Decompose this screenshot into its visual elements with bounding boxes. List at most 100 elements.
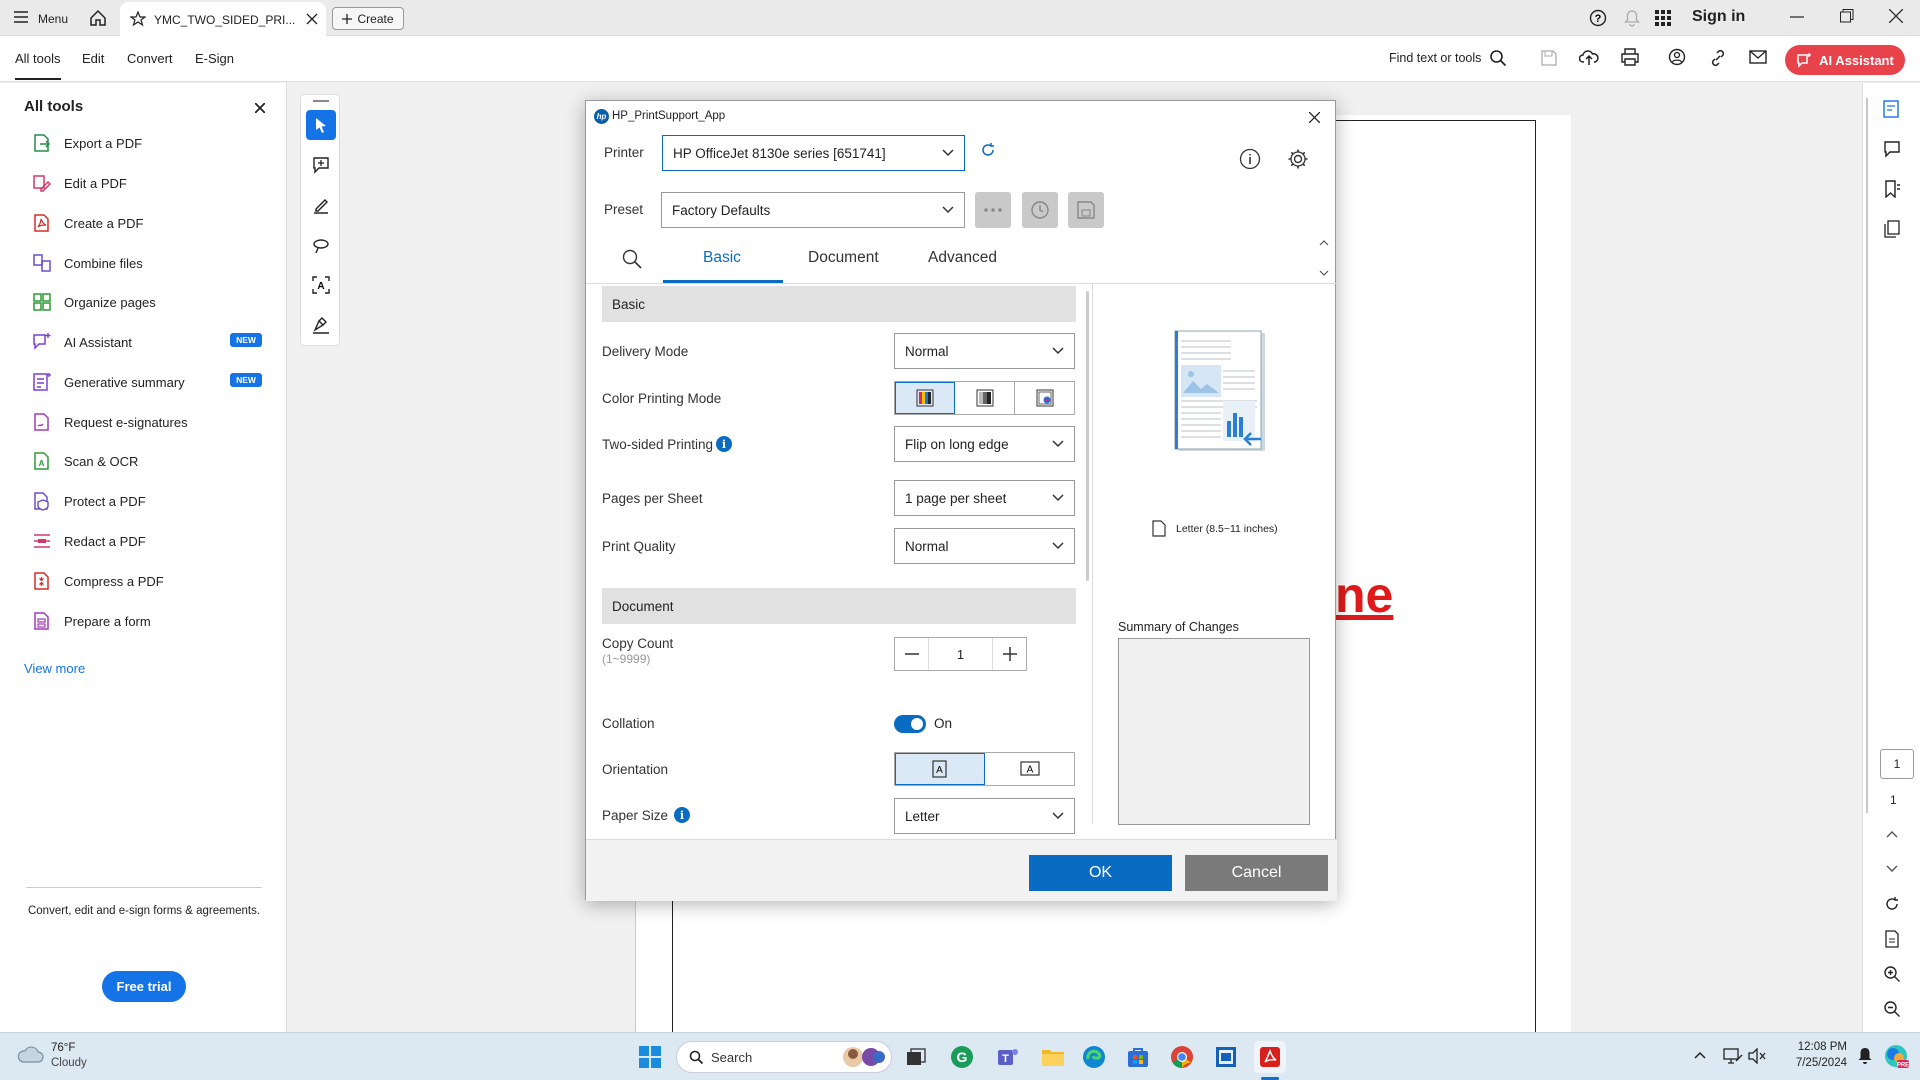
draw-freehand-icon[interactable] [306,230,336,260]
create-button[interactable]: Create [332,7,404,30]
pages-per-sheet-select[interactable]: 1 page per sheet [894,480,1075,516]
tool-edit-a-pdf[interactable]: Edit a PDF [32,168,127,198]
cloudy-weather-icon[interactable] [16,1043,44,1065]
select-pointer-icon[interactable] [306,110,336,140]
preset-save-button[interactable] [1068,192,1104,228]
view-more-link[interactable]: View more [24,661,85,676]
orientation-landscape[interactable]: A [985,753,1074,785]
color-mode-grayscale[interactable] [955,382,1015,414]
page-number-input[interactable]: 1 [1880,749,1914,779]
close-window-icon[interactable] [1889,9,1903,23]
color-mode-custom[interactable] [1015,382,1074,414]
store-app-icon[interactable] [1122,1041,1154,1073]
preset-select[interactable]: Factory Defaults [661,192,965,228]
copy-count-input[interactable]: 1 [929,638,992,670]
page-fit-icon[interactable] [1876,923,1908,955]
taskbar-search[interactable]: Search [676,1041,892,1073]
chevron-down-icon[interactable] [1876,853,1908,885]
tab-basic[interactable]: Basic [703,249,741,267]
ok-button[interactable]: OK [1029,855,1172,891]
increment-button[interactable] [992,638,1026,670]
help-icon[interactable]: ? [1589,9,1607,27]
tool-compress-a-pdf[interactable]: Compress a PDF [32,566,164,596]
tool-create-a-pdf[interactable]: Create a PDF [32,208,143,238]
document-tab[interactable]: YMC_TWO_SIDED_PRI... [120,2,326,36]
close-dialog-icon[interactable] [1304,107,1324,127]
scroll-down-icon[interactable] [1319,270,1329,276]
cancel-button[interactable]: Cancel [1185,855,1328,891]
two-sided-select[interactable]: Flip on long edge [894,426,1075,462]
preset-more-button[interactable] [975,192,1011,228]
menu-edit[interactable]: Edit [82,51,104,66]
tab-document[interactable]: Document [808,249,879,267]
tool-request-e-signatures[interactable]: Request e-signatures [32,407,188,437]
scroll-up-icon[interactable] [1319,240,1329,246]
text-recognition-icon[interactable]: A [306,270,336,300]
zoom-in-icon[interactable] [1876,958,1908,990]
collation-toggle[interactable] [894,715,926,733]
ai-assistant-button[interactable]: AI Assistant [1785,45,1905,75]
rotate-icon[interactable] [1876,888,1908,920]
close-tab-icon[interactable] [306,13,318,25]
clock-time[interactable]: 12:08 PM [1783,1041,1847,1053]
menu-convert[interactable]: Convert [127,51,173,66]
edge-browser-icon[interactable] [1078,1041,1110,1073]
search-icon[interactable] [1489,49,1507,67]
menu-all-tools[interactable]: All tools [15,51,61,80]
settings-scrollbar[interactable] [1086,291,1089,581]
print-icon[interactable] [1620,48,1640,66]
tool-protect-a-pdf[interactable]: Protect a PDF [32,486,146,516]
volume-muted-icon[interactable] [1748,1048,1766,1064]
restore-icon[interactable] [1840,9,1854,23]
hamburger-menu-icon[interactable] [14,11,28,23]
tool-redact-a-pdf[interactable]: Redact a PDF [32,526,146,556]
acrobat-app-icon[interactable] [1254,1041,1286,1073]
menu-esign[interactable]: E-Sign [195,51,234,66]
tool-ai-assistant[interactable]: AI Assistant [32,327,132,357]
grammarly-app-icon[interactable]: G [946,1041,978,1073]
tool-combine-files[interactable]: Combine files [32,248,143,278]
two-sided-info-icon[interactable]: i [716,436,732,452]
close-panel-icon[interactable] [255,103,265,113]
settings-gear-icon[interactable] [1287,148,1309,170]
tool-prepare-a-form[interactable]: Prepare a form [32,606,151,636]
tool-generative-summary[interactable]: Generative summary [32,367,185,397]
network-icon[interactable] [1723,1047,1743,1065]
sign-pen-icon[interactable] [306,310,336,340]
sign-in-link[interactable]: Sign in [1692,8,1745,26]
clock-date[interactable]: 7/25/2024 [1783,1057,1847,1069]
info-icon[interactable] [1239,148,1261,170]
edit-panel-icon[interactable] [1876,93,1908,125]
chevron-up-icon[interactable] [1876,818,1908,850]
bookmarks-icon[interactable] [1876,173,1908,205]
rail-scrollbar[interactable] [1866,98,1868,813]
paper-size-info-icon[interactable]: i [674,807,690,823]
notifications-bell-icon[interactable] [1624,9,1640,27]
show-hidden-icons-chevron-icon[interactable] [1694,1051,1706,1059]
find-text-label[interactable]: Find text or tools [1389,51,1481,65]
tab-advanced[interactable]: Advanced [928,249,997,267]
refresh-icon[interactable] [980,142,996,158]
print-quality-select[interactable]: Normal [894,528,1075,564]
color-mode-color[interactable] [895,382,955,414]
printer-select[interactable]: HP OfficeJet 8130e series [651741] [662,135,965,171]
task-view-icon[interactable] [900,1041,932,1073]
notification-bell-icon[interactable] [1857,1047,1873,1065]
chrome-browser-icon[interactable] [1166,1041,1198,1073]
decrement-button[interactable] [895,638,929,670]
free-trial-button[interactable]: Free trial [102,971,186,1002]
zoom-out-icon[interactable] [1876,993,1908,1025]
pages-thumbnails-icon[interactable] [1876,213,1908,245]
upload-cloud-icon[interactable] [1579,48,1599,66]
email-icon[interactable] [1749,50,1767,64]
tool-scan-ocr[interactable]: A Scan & OCR [32,446,138,476]
file-explorer-icon[interactable] [1037,1041,1069,1073]
share-user-icon[interactable] [1668,48,1688,66]
orientation-portrait[interactable]: A [895,753,985,785]
windows-start-icon[interactable] [634,1041,666,1073]
star-icon[interactable] [130,11,146,27]
comments-icon[interactable] [1876,133,1908,165]
print-support-app-icon[interactable] [1210,1041,1242,1073]
highlight-pen-icon[interactable] [306,190,336,220]
apps-grid-icon[interactable] [1655,10,1671,26]
